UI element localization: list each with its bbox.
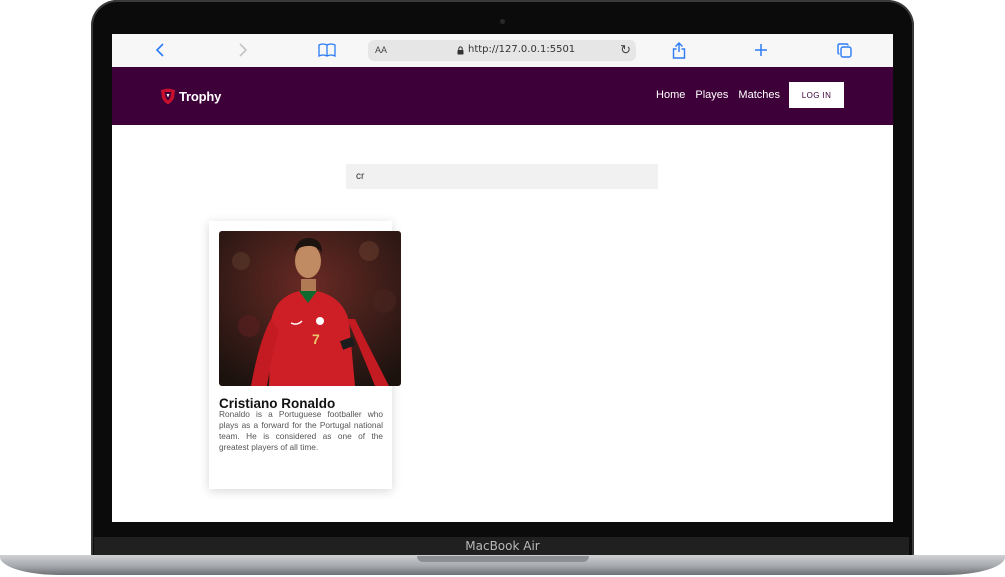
player-description: Ronaldo is a Portuguese footballer who p…	[219, 409, 383, 452]
logo-text: Trophy	[179, 88, 222, 104]
login-button[interactable]: LOG IN	[789, 82, 844, 108]
site-navbar: Trophy Home Playes Matches LOG IN	[112, 67, 893, 125]
lock-icon	[457, 46, 464, 55]
laptop-model-label: MacBook Air	[465, 539, 540, 553]
share-button[interactable]	[668, 40, 690, 60]
hinge-notch	[417, 556, 589, 562]
site-logo[interactable]: Trophy	[160, 86, 221, 106]
nav-links: Home Playes Matches	[656, 89, 780, 101]
nav-matches-link[interactable]: Matches	[738, 89, 780, 101]
nav-players-link[interactable]: Playes	[695, 89, 728, 101]
tabs-icon	[836, 42, 852, 58]
plus-icon	[755, 44, 767, 56]
jersey-number: 7	[312, 331, 320, 347]
screen: AA http://127.0.0.1:5501 ↻ Trophy Home P…	[112, 34, 893, 522]
reader-button[interactable]	[316, 40, 338, 60]
back-button[interactable]	[149, 40, 171, 60]
share-icon	[672, 41, 686, 59]
player-card[interactable]: 7 Cristiano Ronaldo Ronaldo is a Portugu…	[209, 221, 401, 489]
chevron-right-icon	[239, 43, 248, 57]
reload-icon[interactable]: ↻	[620, 42, 631, 58]
nav-home-link[interactable]: Home	[656, 89, 685, 101]
player-search-input[interactable]	[346, 164, 658, 189]
chevron-left-icon	[155, 43, 164, 57]
player-photo: 7	[219, 231, 401, 386]
address-bar[interactable]: AA http://127.0.0.1:5501 ↻	[368, 40, 636, 61]
shield-logo-icon	[161, 88, 175, 104]
camera	[500, 19, 505, 24]
url-text: http://127.0.0.1:5501	[468, 44, 576, 55]
forward-button[interactable]	[232, 40, 254, 60]
new-tab-button[interactable]	[750, 40, 772, 60]
book-icon	[318, 43, 336, 57]
text-size-button[interactable]: AA	[375, 45, 387, 55]
tabs-overview-button[interactable]	[833, 40, 855, 60]
browser-toolbar: AA http://127.0.0.1:5501 ↻	[112, 34, 893, 68]
